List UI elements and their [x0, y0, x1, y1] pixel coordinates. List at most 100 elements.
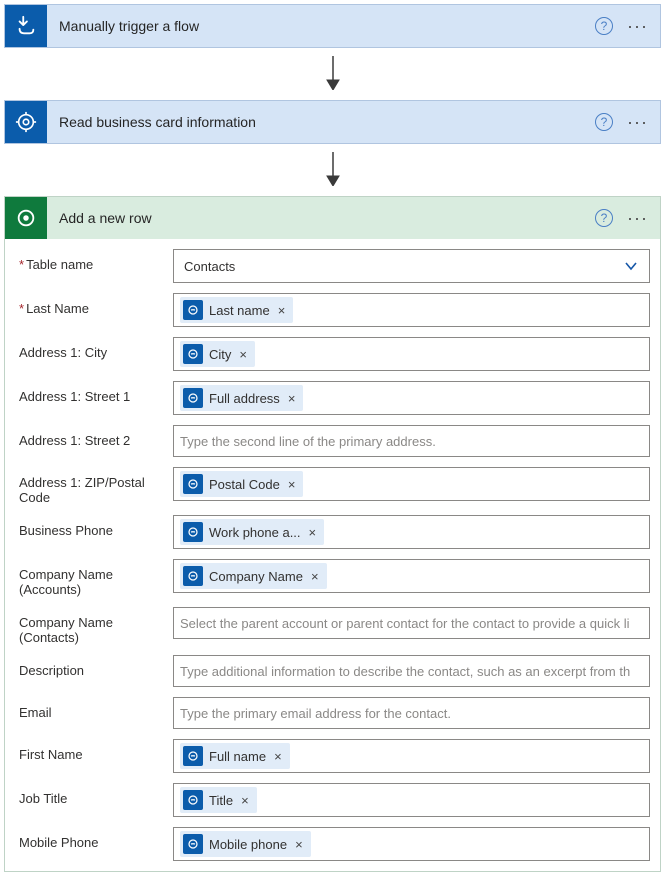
field-mobile-phone: Mobile Phone Mobile phone × — [15, 827, 650, 861]
label-job-title: Job Title — [15, 783, 173, 806]
token-source-icon — [183, 790, 203, 810]
input-last-name[interactable]: Last name × — [173, 293, 650, 327]
token-label: Last name — [209, 303, 270, 318]
label-company-contacts: Company Name (Contacts) — [15, 607, 173, 645]
dataverse-icon — [5, 197, 47, 239]
token-remove[interactable]: × — [278, 303, 286, 318]
card-actions: ? ··· — [595, 209, 660, 227]
token-full-address[interactable]: Full address × — [180, 385, 303, 411]
token-source-icon — [183, 300, 203, 320]
token-source-icon — [183, 746, 203, 766]
token-label: Mobile phone — [209, 837, 287, 852]
token-source-icon — [183, 474, 203, 494]
placeholder-street2: Type the second line of the primary addr… — [180, 434, 643, 449]
trigger-icon — [5, 5, 47, 47]
token-company-name[interactable]: Company Name × — [180, 563, 327, 589]
token-remove[interactable]: × — [295, 837, 303, 852]
input-bizphone[interactable]: Work phone a... × — [173, 515, 650, 549]
card-actions: ? ··· — [595, 113, 660, 131]
label-email: Email — [15, 697, 173, 720]
token-source-icon — [183, 522, 203, 542]
input-street2[interactable]: Type the second line of the primary addr… — [173, 425, 650, 457]
more-menu[interactable]: ··· — [627, 117, 648, 127]
token-remove[interactable]: × — [241, 793, 249, 808]
label-bizphone: Business Phone — [15, 515, 173, 538]
label-city: Address 1: City — [15, 337, 173, 360]
trigger-card[interactable]: Manually trigger a flow ? ··· — [4, 4, 661, 48]
input-email[interactable]: Type the primary email address for the c… — [173, 697, 650, 729]
token-source-icon — [183, 834, 203, 854]
field-first-name: First Name Full name × — [15, 739, 650, 773]
field-job-title: Job Title Title × — [15, 783, 650, 817]
label-street2: Address 1: Street 2 — [15, 425, 173, 448]
token-remove[interactable]: × — [309, 525, 317, 540]
token-remove[interactable]: × — [288, 391, 296, 406]
label-first-name: First Name — [15, 739, 173, 762]
input-description[interactable]: Type additional information to describe … — [173, 655, 650, 687]
connector-arrow — [4, 48, 661, 100]
token-label: Postal Code — [209, 477, 280, 492]
input-job-title[interactable]: Title × — [173, 783, 650, 817]
token-remove[interactable]: × — [274, 749, 282, 764]
placeholder-email: Type the primary email address for the c… — [180, 706, 643, 721]
input-street1[interactable]: Full address × — [173, 381, 650, 415]
read-card[interactable]: Read business card information ? ··· — [4, 100, 661, 144]
token-label: Full address — [209, 391, 280, 406]
help-icon[interactable]: ? — [595, 113, 613, 131]
input-mobile-phone[interactable]: Mobile phone × — [173, 827, 650, 861]
help-icon[interactable]: ? — [595, 209, 613, 227]
token-last-name[interactable]: Last name × — [180, 297, 293, 323]
input-company-contacts[interactable]: Select the parent account or parent cont… — [173, 607, 650, 639]
addrow-card: Add a new row ? ··· *Table name Contacts — [4, 196, 661, 872]
field-description: Description Type additional information … — [15, 655, 650, 687]
field-last-name: *Last Name Last name × — [15, 293, 650, 327]
placeholder-company-contacts: Select the parent account or parent cont… — [180, 616, 643, 631]
input-zip[interactable]: Postal Code × — [173, 467, 650, 501]
card-actions: ? ··· — [595, 17, 660, 35]
addrow-body: *Table name Contacts *Last Name — [5, 239, 660, 871]
token-postal-code[interactable]: Postal Code × — [180, 471, 303, 497]
more-menu[interactable]: ··· — [627, 213, 648, 223]
field-company-accounts: Company Name (Accounts) Company Name × — [15, 559, 650, 597]
token-label: Full name — [209, 749, 266, 764]
label-mobile-phone: Mobile Phone — [15, 827, 173, 850]
input-city[interactable]: City × — [173, 337, 650, 371]
token-source-icon — [183, 344, 203, 364]
help-icon[interactable]: ? — [595, 17, 613, 35]
field-email: Email Type the primary email address for… — [15, 697, 650, 729]
field-street1: Address 1: Street 1 Full address × — [15, 381, 650, 415]
token-label: City — [209, 347, 231, 362]
read-icon — [5, 101, 47, 143]
addrow-header[interactable]: Add a new row ? ··· — [5, 197, 660, 239]
token-city[interactable]: City × — [180, 341, 255, 367]
token-remove[interactable]: × — [311, 569, 319, 584]
label-table-name: *Table name — [15, 249, 173, 272]
input-company-accounts[interactable]: Company Name × — [173, 559, 650, 593]
read-title: Read business card information — [47, 114, 595, 130]
token-work-phone[interactable]: Work phone a... × — [180, 519, 324, 545]
label-last-name: *Last Name — [15, 293, 173, 316]
table-name-value: Contacts — [184, 259, 235, 274]
token-label: Title — [209, 793, 233, 808]
input-first-name[interactable]: Full name × — [173, 739, 650, 773]
token-label: Work phone a... — [209, 525, 301, 540]
token-remove[interactable]: × — [239, 347, 247, 362]
field-table-name: *Table name Contacts — [15, 249, 650, 283]
token-source-icon — [183, 388, 203, 408]
label-zip: Address 1: ZIP/Postal Code — [15, 467, 173, 505]
placeholder-description: Type additional information to describe … — [180, 664, 643, 679]
label-company-accounts: Company Name (Accounts) — [15, 559, 173, 597]
token-full-name[interactable]: Full name × — [180, 743, 290, 769]
table-name-select[interactable]: Contacts — [173, 249, 650, 283]
more-menu[interactable]: ··· — [627, 21, 648, 31]
token-title[interactable]: Title × — [180, 787, 257, 813]
token-remove[interactable]: × — [288, 477, 296, 492]
field-zip: Address 1: ZIP/Postal Code Postal Code × — [15, 467, 650, 505]
field-company-contacts: Company Name (Contacts) Select the paren… — [15, 607, 650, 645]
field-city: Address 1: City City × — [15, 337, 650, 371]
label-street1: Address 1: Street 1 — [15, 381, 173, 404]
token-mobile-phone[interactable]: Mobile phone × — [180, 831, 311, 857]
addrow-title: Add a new row — [47, 210, 595, 226]
chevron-down-icon — [623, 258, 639, 274]
trigger-title: Manually trigger a flow — [47, 18, 595, 34]
